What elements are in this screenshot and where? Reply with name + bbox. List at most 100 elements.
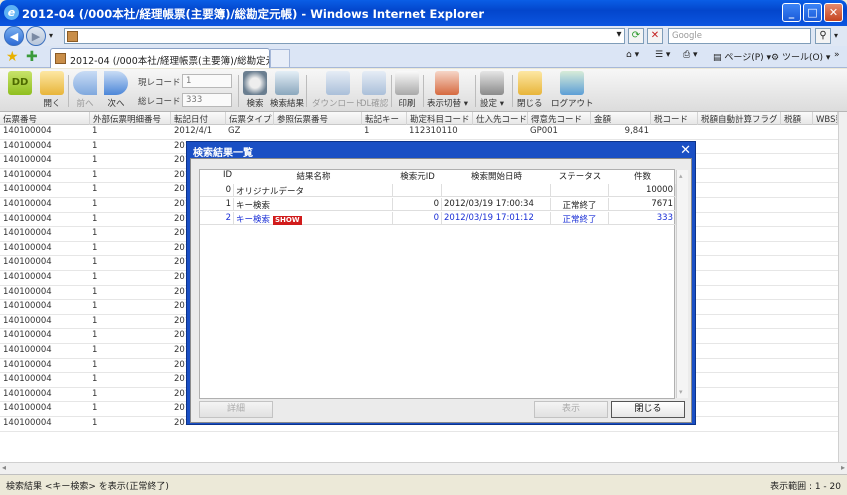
result-cell-status: 正常終了	[551, 198, 609, 211]
prev-button[interactable]: 前へ	[73, 71, 97, 109]
feeds-icon[interactable]: ☰ ▾	[655, 50, 670, 60]
page-menu[interactable]: ▤ ページ(P) ▾	[713, 50, 771, 63]
result-text: 0	[225, 185, 231, 195]
scroll-left-icon[interactable]: ◂	[2, 463, 6, 472]
result-text: オリジナルデータ	[236, 187, 305, 197]
table-cell: 1	[92, 228, 98, 239]
tab-title: 2012-04 (/000本社/経理帳票(主要簿)/総勘定元...	[70, 56, 270, 67]
search-result-button[interactable]: 検索結果	[270, 71, 304, 109]
search-button[interactable]: 検索	[243, 71, 267, 109]
search-options-icon[interactable]: ▾	[834, 31, 838, 40]
detail-button[interactable]: 詳細	[199, 401, 273, 418]
dl-confirm-button[interactable]: DL確認	[360, 71, 388, 109]
table-cell: 1	[92, 169, 98, 180]
close-label: 閉じる	[517, 99, 543, 109]
dialog-title: 検索結果一覧	[193, 148, 253, 159]
result-row[interactable]: 0 オリジナルデータ 10000	[200, 183, 676, 197]
col-header[interactable]: 転記日付	[171, 112, 226, 125]
table-cell: 1	[92, 199, 98, 209]
result-cell-source-id: 0	[393, 198, 442, 211]
logout-button[interactable]: ログアウト	[551, 71, 594, 109]
printer-icon	[395, 71, 419, 95]
tools-menu[interactable]: ⚙ ツール(O) ▾	[771, 50, 830, 63]
table-cell: 140100004	[3, 155, 52, 166]
col-header[interactable]: 伝票タイプ	[226, 112, 274, 125]
col-header[interactable]: 金額	[591, 112, 651, 125]
page-icon	[67, 31, 78, 42]
col-header[interactable]: 税額自動計算フラグ	[698, 112, 781, 125]
next-button[interactable]: 次へ	[104, 71, 128, 109]
col-header[interactable]: 伝票番号	[0, 112, 90, 125]
minimize-button[interactable]: _	[782, 3, 801, 22]
col-header[interactable]: 税額	[781, 112, 813, 125]
browser-tab-active[interactable]: 2012-04 (/000本社/経理帳票(主要簿)/総勘定元...	[50, 48, 270, 68]
dl-confirm-label: DL確認	[360, 99, 389, 109]
search-go-icon[interactable]: ⚲	[815, 28, 831, 44]
table-cell: 140100004	[3, 126, 52, 136]
home-icon[interactable]: ⌂ ▾	[626, 50, 639, 60]
col-header[interactable]: 外部伝票明細番号	[90, 112, 171, 125]
close-window-button[interactable]: ✕	[824, 3, 843, 22]
open-button[interactable]: 開く	[40, 71, 64, 109]
col-header[interactable]: 得意先コード	[528, 112, 591, 125]
dialog-close-icon[interactable]: ✕	[680, 143, 691, 158]
grid-horizontal-scrollbar[interactable]: ◂ ▸	[0, 462, 847, 474]
address-input[interactable]	[64, 28, 625, 44]
result-row[interactable]: 1 キー検索 0 2012/03/19 17:00:34 正常終了 7671	[200, 197, 676, 211]
settings-button[interactable]: 設定 ▾	[480, 71, 504, 109]
new-tab-button[interactable]	[270, 49, 290, 67]
result-row[interactable]: 2 キー検索 SHOW 0 2012/03/19 17:01:12 正常終了 333	[200, 211, 676, 225]
close-button[interactable]: 閉じる	[517, 71, 543, 109]
dialog-close-button[interactable]: 閉じる	[611, 401, 685, 418]
result-col-status: ステータス	[558, 172, 602, 182]
toolbar-separator	[475, 75, 476, 107]
col-header[interactable]: 参照伝票番号	[274, 112, 362, 125]
grid-header: 伝票番号 外部伝票明細番号 転記日付 伝票タイプ 参照伝票番号 転記キー 勘定科…	[0, 112, 838, 125]
forward-icon[interactable]: ▶	[26, 26, 46, 46]
history-dropdown-icon[interactable]: ▾	[49, 31, 53, 40]
scroll-up-icon[interactable]: ▴	[679, 172, 683, 180]
table-row[interactable]: 140100004 1 2012/4/1 GZ 1 112310110 GP001 9,841	[0, 125, 838, 140]
col-header[interactable]: 転記キー	[362, 112, 407, 125]
add-favorite-icon[interactable]: ✚	[26, 49, 38, 65]
result-scrollbar[interactable]: ▴ ▾	[676, 170, 688, 398]
window-title: 2012-04 (/000本社/経理帳票(主要簿)/総勘定元帳) - Windo…	[22, 7, 485, 21]
result-text: 正常終了	[562, 201, 597, 211]
table-cell: 140100004	[3, 169, 52, 180]
table-cell: 140100004	[3, 228, 52, 239]
grid-vertical-scrollbar[interactable]	[838, 112, 847, 462]
col-header[interactable]: 税コード	[651, 112, 698, 125]
toolbar-separator	[512, 75, 513, 107]
table-cell: 1	[92, 315, 98, 326]
display-button[interactable]: 表示	[534, 401, 608, 418]
search-input[interactable]: Google	[668, 28, 811, 44]
dl-confirm-icon	[362, 71, 387, 95]
folder-close-icon	[517, 71, 542, 95]
open-label: 開く	[43, 99, 61, 109]
toolbar-overflow-icon[interactable]: »	[834, 50, 840, 60]
scroll-down-icon[interactable]: ▾	[679, 388, 683, 396]
back-icon[interactable]: ◀	[4, 26, 24, 46]
favorites-star-icon[interactable]: ★	[6, 49, 19, 65]
current-record-input[interactable]: 1	[182, 74, 232, 88]
table-cell: 112310110	[409, 126, 458, 136]
address-dropdown-icon[interactable]: ▾	[611, 28, 627, 44]
stop-icon[interactable]: ✕	[647, 28, 663, 44]
print-icon[interactable]: ⎙ ▾	[683, 50, 698, 60]
status-range: 表示範囲 : 1 - 20	[770, 482, 841, 492]
table-cell: 1	[92, 374, 98, 385]
maximize-button[interactable]: □	[803, 3, 822, 22]
col-header[interactable]: WBS要	[813, 112, 838, 125]
dialog-body: ID 結果名称 検索元ID 検索開始日時 ステータス 件数 0 オリジナルデータ 1…	[190, 158, 692, 423]
total-record-value: 333	[182, 93, 232, 107]
table-cell: 1	[364, 126, 370, 136]
col-header[interactable]: 仕入先コード	[473, 112, 528, 125]
prev-arrow-icon	[73, 71, 97, 95]
refresh-icon[interactable]: ⟳	[628, 28, 644, 44]
view-switch-button[interactable]: 表示切替 ▾	[427, 71, 468, 109]
print-button[interactable]: 印刷	[395, 71, 419, 109]
scroll-right-icon[interactable]: ▸	[841, 463, 845, 472]
col-header[interactable]: 勘定科目コード	[407, 112, 473, 125]
result-col-start: 検索開始日時	[470, 172, 522, 182]
download-button[interactable]: ダウンロード	[312, 71, 363, 109]
